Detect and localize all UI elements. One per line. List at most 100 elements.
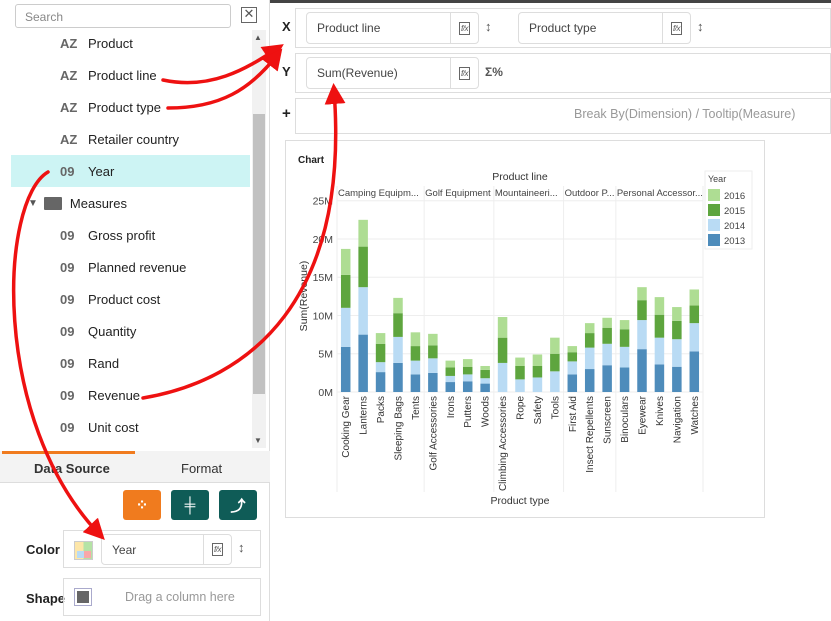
bar-2016[interactable] <box>358 219 368 247</box>
bar-2013[interactable] <box>584 369 595 392</box>
bar-2013[interactable] <box>637 349 647 392</box>
y-tick-label: 10M <box>313 310 333 322</box>
legend-title: Year <box>708 174 726 184</box>
bar-2015[interactable] <box>428 345 438 359</box>
x-tick-label: Insect Repellents <box>585 396 596 473</box>
bar-2015[interactable] <box>462 366 473 375</box>
bar-2016[interactable] <box>445 360 456 368</box>
bar-2015[interactable] <box>584 333 595 348</box>
bar-2014[interactable] <box>445 375 456 383</box>
bar-2016[interactable] <box>515 357 525 366</box>
bar-2015[interactable] <box>340 274 351 308</box>
bar-2013[interactable] <box>340 346 351 392</box>
bar-2015[interactable] <box>550 353 560 372</box>
bar-2016[interactable] <box>550 337 560 354</box>
bar-2014[interactable] <box>497 362 508 392</box>
bar-2016[interactable] <box>428 333 438 346</box>
facet-label: Camping Equipm... <box>338 188 419 199</box>
bar-2016[interactable] <box>654 297 665 315</box>
bar-2014[interactable] <box>340 307 351 347</box>
bar-2014[interactable] <box>410 360 421 375</box>
facet-title: Product line <box>492 171 548 183</box>
bar-2014[interactable] <box>637 320 647 350</box>
bar-2016[interactable] <box>393 297 403 314</box>
legend-entry[interactable]: 2013 <box>724 236 745 247</box>
bar-2014[interactable] <box>532 377 543 392</box>
legend-entry[interactable]: 2014 <box>724 221 745 232</box>
bar-2013[interactable] <box>654 364 665 392</box>
bar-2016[interactable] <box>619 320 630 330</box>
bar-2014[interactable] <box>480 378 490 384</box>
bar-2016[interactable] <box>480 365 490 370</box>
bar-2014[interactable] <box>515 379 525 392</box>
bar-2014[interactable] <box>393 336 403 363</box>
bar-2015[interactable] <box>497 337 508 363</box>
bar-2016[interactable] <box>462 359 473 367</box>
bar-2016[interactable] <box>602 317 612 328</box>
legend-entry[interactable]: 2015 <box>724 206 745 217</box>
bar-2015[interactable] <box>637 300 647 321</box>
bar-2013[interactable] <box>689 351 700 392</box>
bar-2016[interactable] <box>532 354 543 366</box>
chart-title: Chart <box>298 155 325 166</box>
bar-2015[interactable] <box>619 329 630 347</box>
bar-2015[interactable] <box>654 314 665 338</box>
bar-2015[interactable] <box>689 305 700 324</box>
bar-2013[interactable] <box>567 374 578 392</box>
bar-2014[interactable] <box>672 339 682 367</box>
bar-2015[interactable] <box>602 327 612 344</box>
bar-2014[interactable] <box>689 323 700 352</box>
bar-2015[interactable] <box>445 367 456 376</box>
x-tick-label: Tools <box>550 396 561 419</box>
x-axis-title: Product type <box>491 495 550 507</box>
bar-2014[interactable] <box>654 337 665 365</box>
bar-2016[interactable] <box>340 248 351 275</box>
y-tick-label: 20M <box>313 234 333 246</box>
bar-2014[interactable] <box>619 346 630 368</box>
bar-2013[interactable] <box>602 365 612 392</box>
bar-2015[interactable] <box>480 369 490 379</box>
bar-2014[interactable] <box>584 347 595 370</box>
facet-label: Mountaineeri... <box>495 188 558 199</box>
bar-2016[interactable] <box>672 307 682 321</box>
bar-2016[interactable] <box>497 317 508 338</box>
bar-2015[interactable] <box>393 313 403 337</box>
bar-2016[interactable] <box>584 323 595 334</box>
bar-2013[interactable] <box>410 374 421 392</box>
chart: Chart Product line 0M 5M 10M 15M 20M 25M Camping… <box>298 155 753 507</box>
bar-2016[interactable] <box>375 333 386 344</box>
bar-2015[interactable] <box>532 365 543 378</box>
bar-2013[interactable] <box>375 372 386 392</box>
bar-2015[interactable] <box>358 246 368 288</box>
bar-2015[interactable] <box>567 352 578 362</box>
bar-2014[interactable] <box>602 343 612 366</box>
x-tick-label: Safety <box>533 396 544 424</box>
bar-2015[interactable] <box>410 346 421 361</box>
facet-label: Personal Accessor... <box>617 188 703 199</box>
bar-2014[interactable] <box>375 362 386 373</box>
y-tick-label: 25M <box>313 196 333 208</box>
legend-entry[interactable]: 2016 <box>724 191 745 202</box>
x-tick-label: Rope <box>516 396 527 420</box>
bar-2015[interactable] <box>672 320 682 340</box>
bar-2016[interactable] <box>410 332 421 347</box>
x-tick-label: Lanterns <box>359 396 370 435</box>
bar-2013[interactable] <box>358 334 368 392</box>
bar-2016[interactable] <box>567 346 578 353</box>
bar-2013[interactable] <box>428 372 438 392</box>
bar-2013[interactable] <box>393 362 403 392</box>
bar-2014[interactable] <box>567 361 578 375</box>
bar-2015[interactable] <box>515 365 525 380</box>
bar-2015[interactable] <box>375 343 386 363</box>
bar-2013[interactable] <box>619 367 630 392</box>
bar-2016[interactable] <box>689 289 700 306</box>
bar-2014[interactable] <box>358 287 368 335</box>
bar-2013[interactable] <box>480 383 490 392</box>
bar-2016[interactable] <box>637 287 647 301</box>
bar-2013[interactable] <box>672 366 682 392</box>
bar-2014[interactable] <box>428 358 438 373</box>
bar-2014[interactable] <box>462 374 473 382</box>
bar-2013[interactable] <box>445 382 456 392</box>
bar-2013[interactable] <box>462 381 473 392</box>
bar-2014[interactable] <box>550 371 560 392</box>
